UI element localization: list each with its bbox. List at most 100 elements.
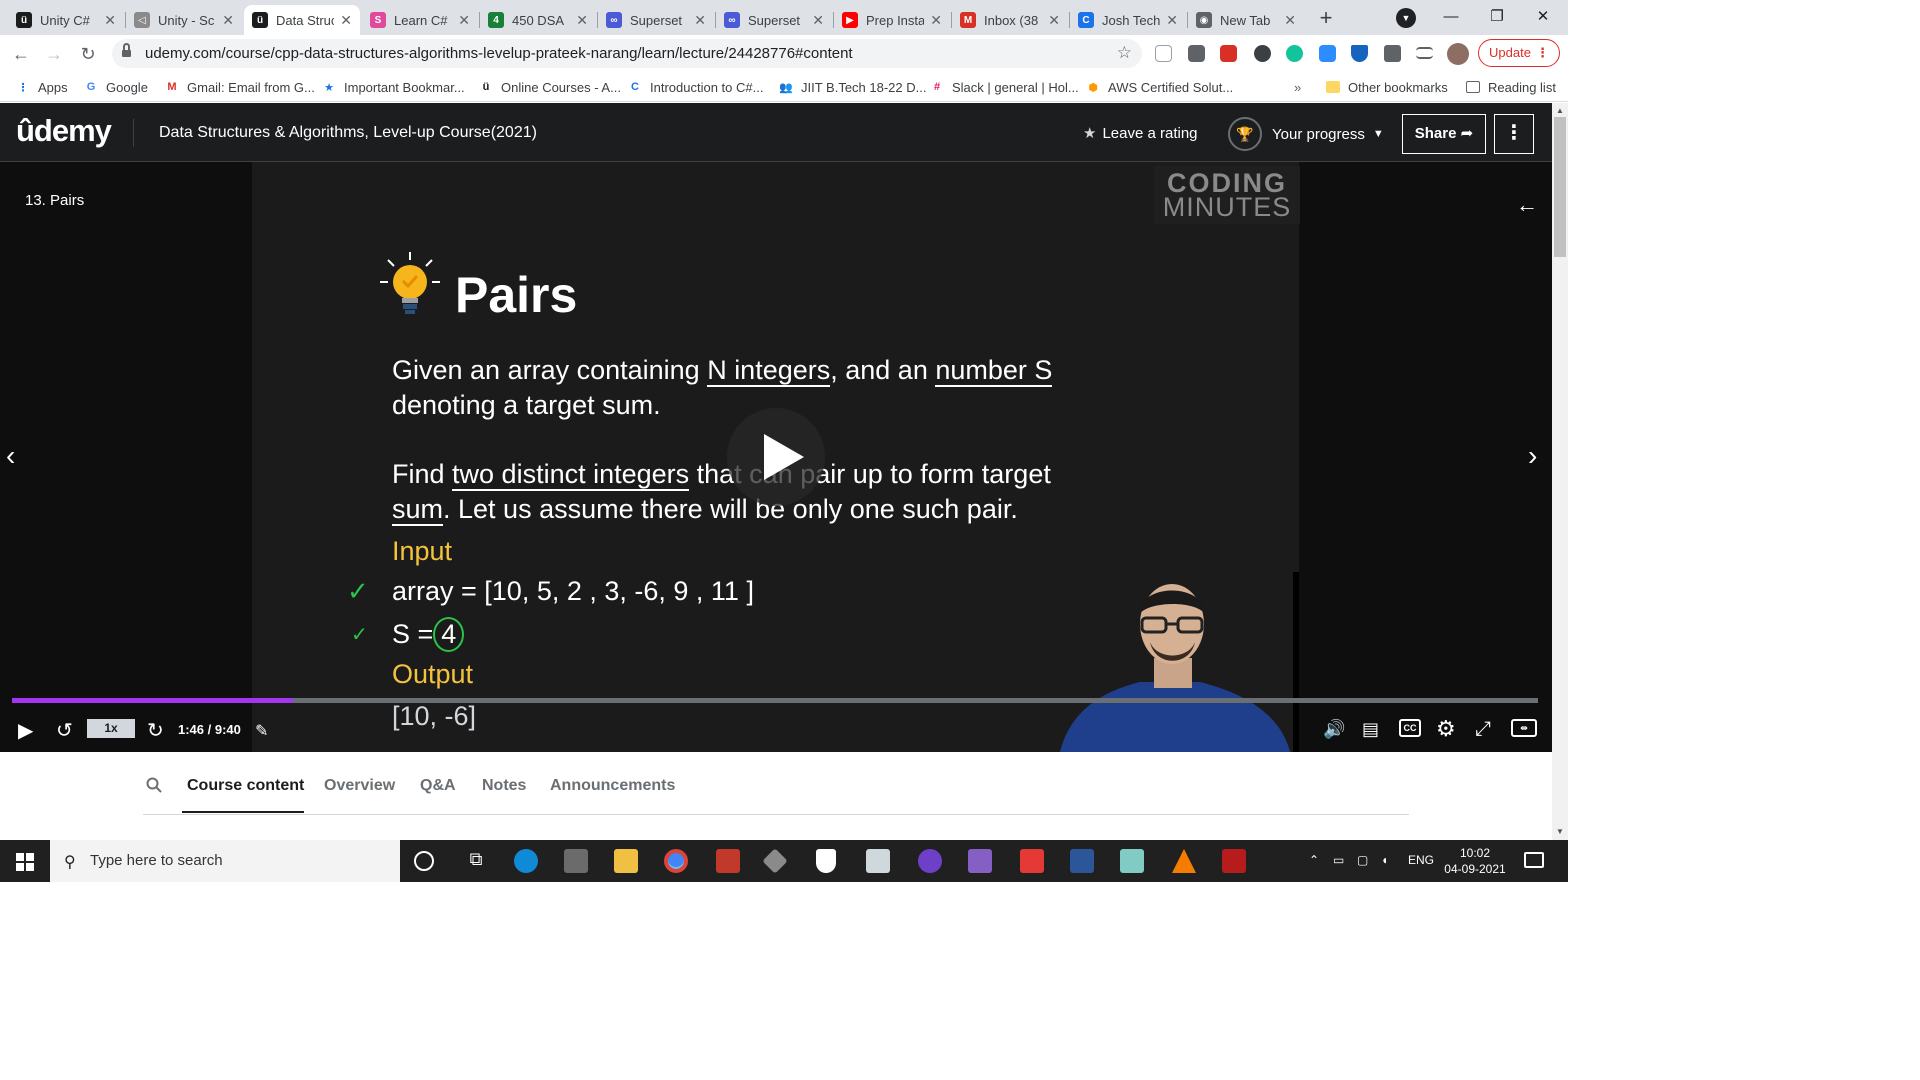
tab-qa[interactable]: Q&A [420,777,456,795]
browser-tab[interactable]: ü Unity C# ✕ [8,5,124,35]
back-icon[interactable]: ← [8,41,34,67]
your-progress-button[interactable]: 🏆 Your progress ▼ [1228,117,1384,151]
tab-announcements[interactable]: Announcements [550,777,675,795]
close-tab-icon[interactable]: ✕ [1048,12,1060,29]
browser-tab[interactable]: S Learn C# ✕ [362,5,478,35]
browser-tab[interactable]: ü Data Struc ✕ [244,5,360,35]
close-tab-icon[interactable]: ✕ [104,12,116,29]
extension-icon[interactable] [1155,45,1172,62]
bookmark-item[interactable]: G Google [84,78,148,96]
more-options-button[interactable]: ⋮ [1494,114,1534,154]
previous-lecture-icon[interactable]: ‹ [6,440,15,472]
reload-icon[interactable]: ↻ [75,41,101,67]
puzzle-icon[interactable] [1384,45,1401,62]
bookmark-star-icon[interactable]: ☆ [1117,43,1132,63]
extension-icon[interactable] [1188,45,1205,62]
unity-icon[interactable] [762,848,788,874]
forward-icon[interactable]: → [41,41,67,67]
share-button[interactable]: Share ➦ [1402,114,1486,154]
bookmark-item[interactable]: ⬢ AWS Certified Solut... [1086,78,1233,96]
bookmark-item[interactable]: C Introduction to C#... [628,78,763,96]
scroll-down-icon[interactable]: ▼ [1556,827,1564,836]
browser-tab[interactable]: 4 450 DSA ✕ [480,5,596,35]
play-overlay-button[interactable] [727,408,825,506]
add-note-icon[interactable]: ✎ [255,721,268,741]
close-tab-icon[interactable]: ✕ [930,12,942,29]
visual-studio-icon[interactable] [968,849,992,873]
profile-avatar[interactable] [1447,43,1469,65]
grammarly-icon[interactable] [1286,45,1303,62]
close-window-icon[interactable]: ✕ [1520,0,1566,35]
course-title[interactable]: Data Structures & Algorithms, Level-up C… [159,124,537,142]
task-view-icon[interactable]: ⧉ [464,849,488,873]
address-bar[interactable]: udemy.com/course/cpp-data-structures-alg… [112,39,1142,68]
app-icon[interactable] [1120,849,1144,873]
new-tab-button[interactable]: + [1313,6,1339,32]
search-icon[interactable] [146,777,162,793]
browser-tab[interactable]: C Josh Tech ✕ [1070,5,1186,35]
browser-tab[interactable]: ∞ Superset ✕ [598,5,714,35]
tab-search-icon[interactable]: ▼ [1396,8,1416,28]
bookmarks-overflow-icon[interactable]: » [1294,78,1301,96]
close-tab-icon[interactable]: ✕ [694,12,706,29]
browser-tab[interactable]: ◁ Unity - Sc ✕ [126,5,242,35]
url-text[interactable]: udemy.com/course/cpp-data-structures-alg… [145,45,853,62]
browser-tab[interactable]: ∞ Superset ✕ [716,5,832,35]
close-tab-icon[interactable]: ✕ [1166,12,1178,29]
browser-tab[interactable]: ◉ New Tab ✕ [1188,5,1304,35]
video-player[interactable]: 13. Pairs ← ‹ › CODING MINUTES Pairs Giv… [0,162,1552,752]
close-tab-icon[interactable]: ✕ [340,12,352,29]
extension-icon[interactable] [1254,45,1271,62]
app-icon[interactable] [1020,849,1044,873]
close-tab-icon[interactable]: ✕ [458,12,470,29]
play-icon[interactable]: ▶ [18,718,33,743]
bookmark-item[interactable]: ü Online Courses - A... [479,78,621,96]
tab-course-content[interactable]: Course content [187,777,304,795]
bookmark-item[interactable]: ★ Important Bookmar... [322,78,465,96]
notification-icon[interactable] [1524,852,1544,868]
battery-icon[interactable]: ▭ [1333,853,1344,867]
network-icon[interactable]: ▢ [1357,853,1368,867]
store-icon[interactable] [564,849,588,873]
volume-icon[interactable]: 🔊 [1323,719,1345,740]
cortana-icon[interactable] [414,851,434,871]
extension-icon[interactable] [1220,45,1237,62]
word-icon[interactable] [1070,849,1094,873]
scroll-up-icon[interactable]: ▲ [1556,106,1564,115]
language-indicator[interactable]: ENG [1408,853,1434,867]
file-explorer-icon[interactable] [614,849,638,873]
other-bookmarks[interactable]: Other bookmarks [1326,78,1448,96]
tray-overflow-icon[interactable]: ⌃ [1309,853,1319,867]
seek-bar[interactable] [12,698,1538,703]
rewind-icon[interactable]: ↺ [56,718,73,743]
fullscreen-icon[interactable]: ⤢ [1475,718,1491,741]
volume-icon[interactable]: ◖ [1381,853,1388,867]
bookmark-item[interactable]: ⋮ Apps [16,78,68,96]
close-tab-icon[interactable]: ✕ [812,12,824,29]
chrome-icon[interactable] [664,849,688,873]
app-icon[interactable] [866,849,890,873]
app-icon[interactable] [716,849,740,873]
vlc-icon[interactable] [1172,849,1196,873]
settings-gear-icon[interactable]: ⚙ [1436,716,1456,742]
captions-icon[interactable]: CC [1399,719,1421,737]
github-icon[interactable] [918,849,942,873]
security-shield-icon[interactable] [816,849,836,873]
reading-list[interactable]: Reading list [1466,78,1556,96]
bookmark-item[interactable]: 👥 JIIT B.Tech 18-22 D... [779,78,926,96]
next-lecture-icon[interactable]: › [1528,440,1537,472]
taskbar-search[interactable]: ⚲ Type here to search [50,840,400,882]
playback-speed-button[interactable]: 1x [87,719,135,738]
maximize-icon[interactable]: ❐ [1474,0,1520,35]
forward-icon[interactable]: ↻ [147,718,164,743]
extension-icon[interactable] [1351,45,1368,62]
browser-tab[interactable]: ▶ Prep Insta ✕ [834,5,950,35]
browser-tab[interactable]: M Inbox (38 ✕ [952,5,1068,35]
windows-start-icon[interactable] [16,853,34,871]
tab-notes[interactable]: Notes [482,777,526,795]
bookmark-item[interactable]: # Slack | general | Hol... [930,78,1079,96]
edge-icon[interactable] [514,849,538,873]
leave-rating-button[interactable]: ★ Leave a rating [1083,124,1198,142]
udemy-logo[interactable]: ûdemy [16,113,112,149]
close-tab-icon[interactable]: ✕ [576,12,588,29]
